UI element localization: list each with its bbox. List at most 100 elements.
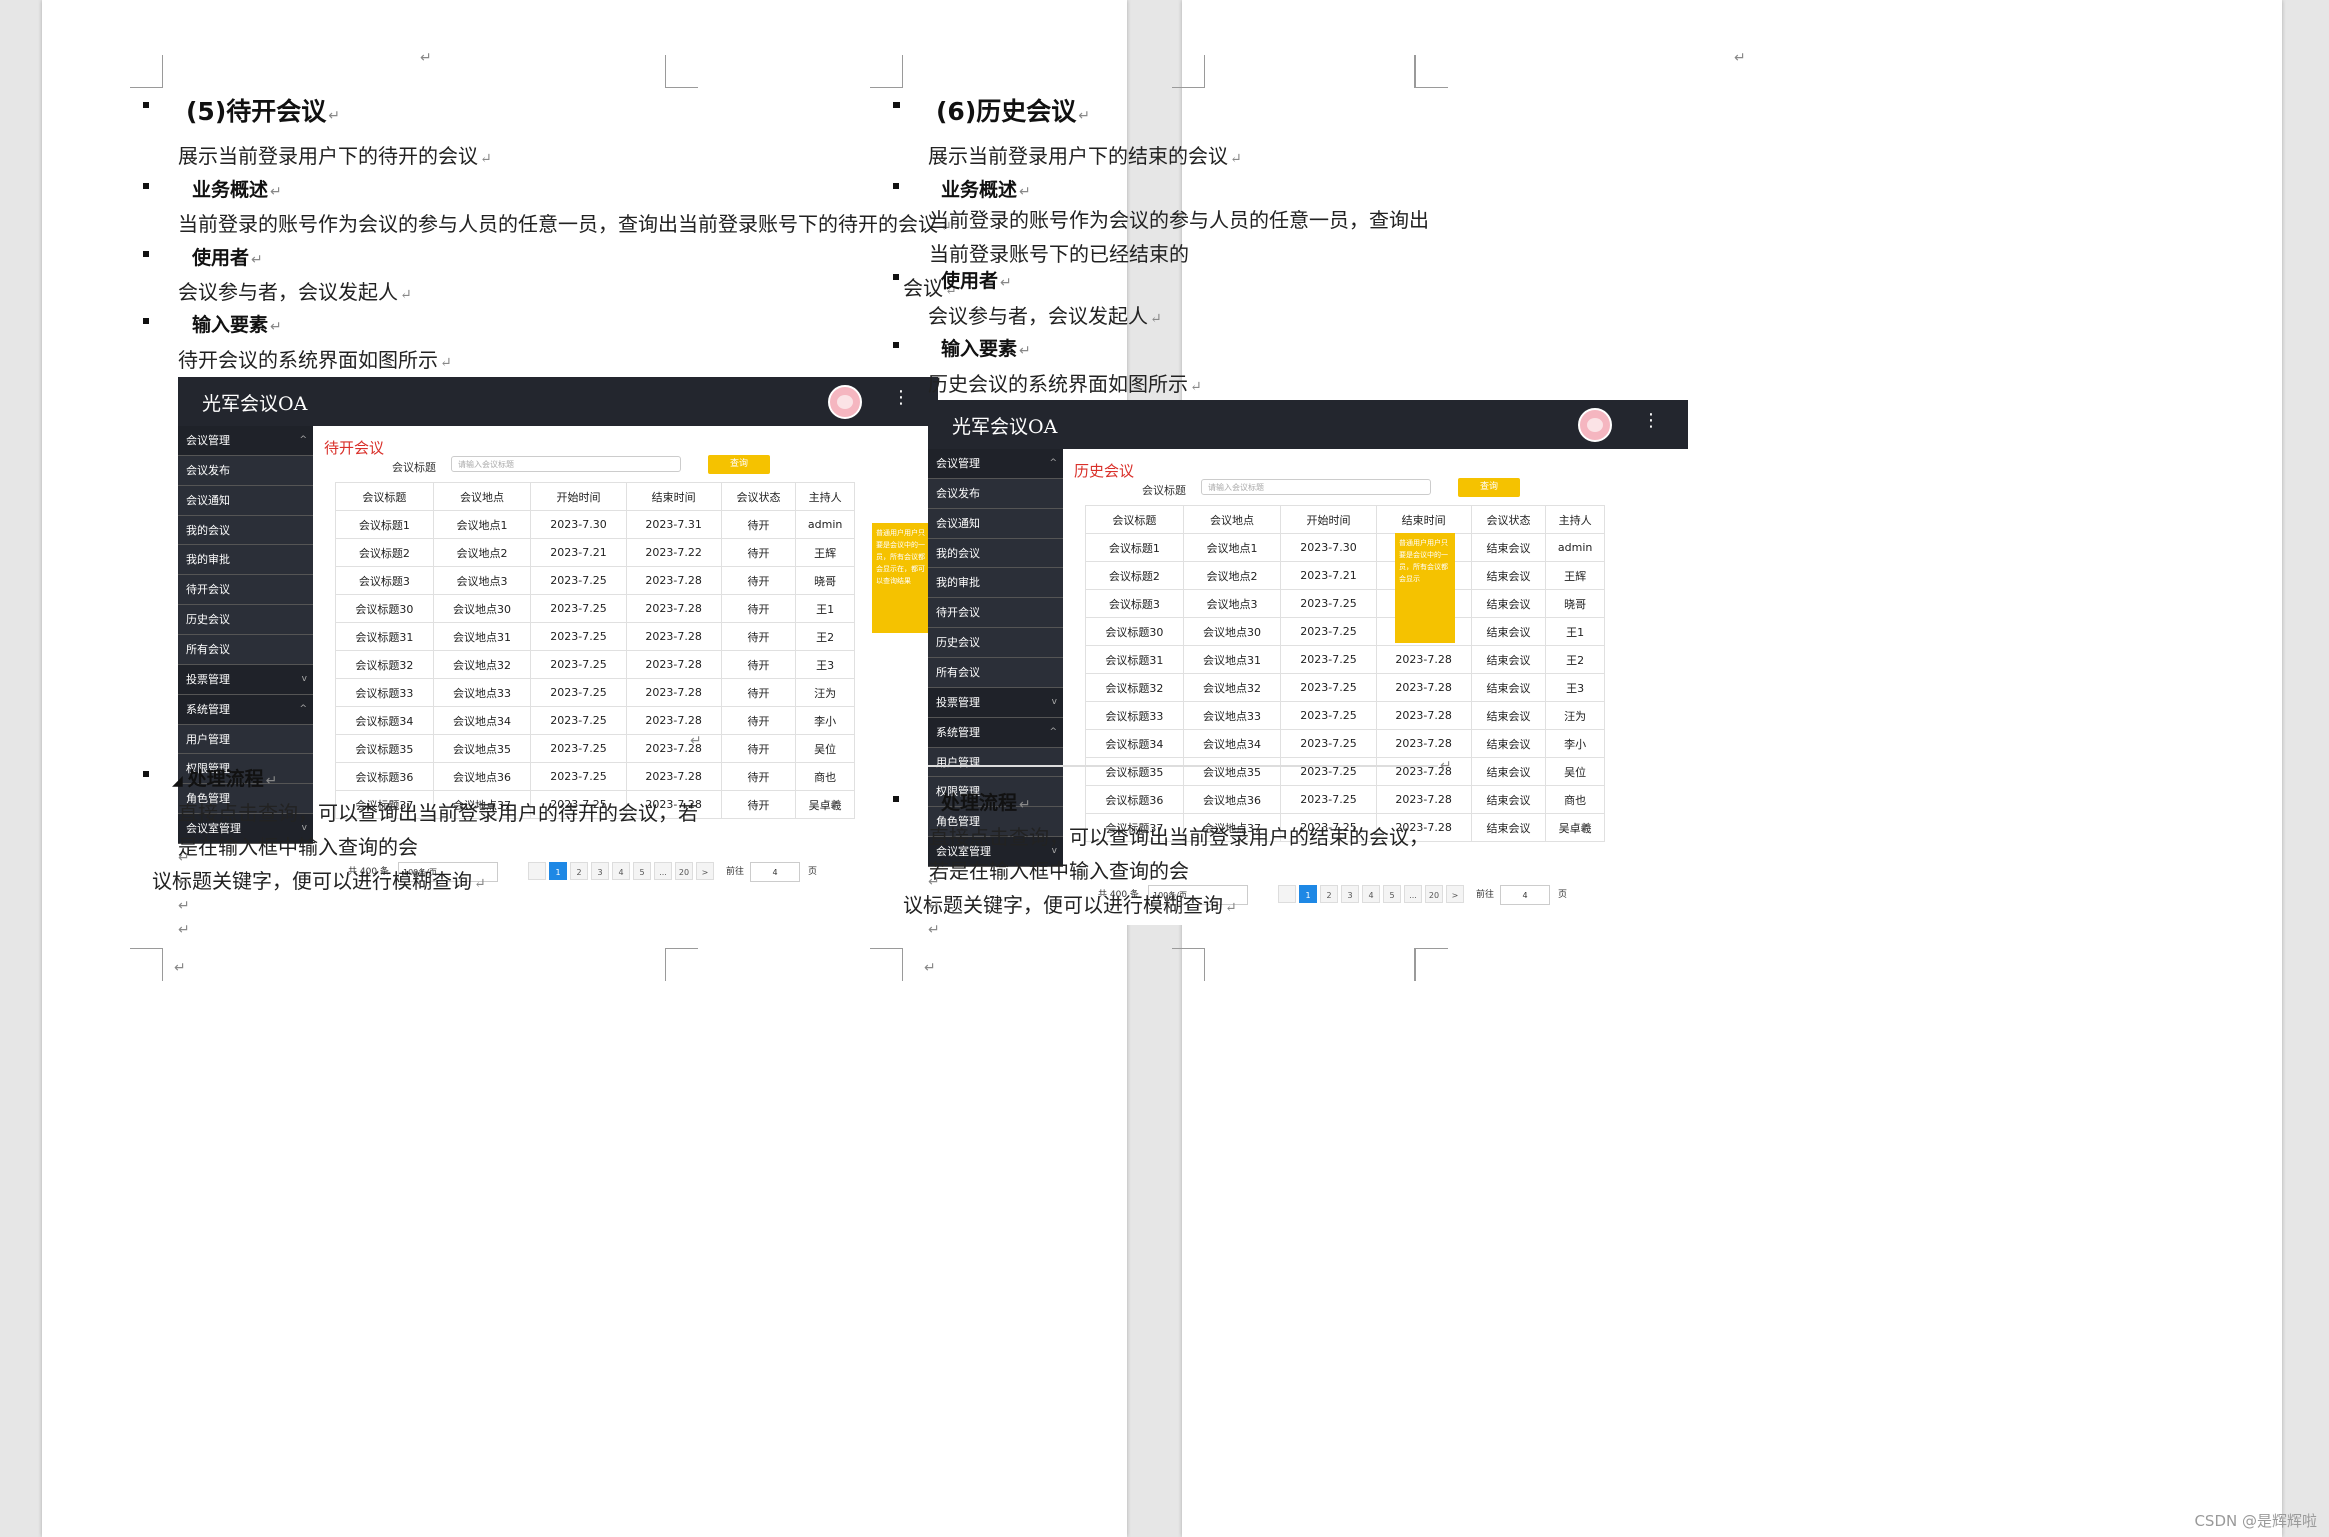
sidebar-item[interactable]: 会议通知 — [178, 486, 313, 516]
input-heading-right: 输入要素 ↵ — [941, 338, 1031, 360]
sidebar-item[interactable]: 投票管理 v — [928, 687, 1063, 718]
sidebar-item[interactable]: 投票管理 v — [178, 664, 313, 695]
paragraph-mark: ↵ — [928, 898, 940, 914]
more-menu-icon[interactable]: ⋮ — [892, 387, 910, 408]
meeting-table: 会议标题 会议地点 开始时间 结束时间 会议状态 主持人 会议标题1 会议地点1 2023-7… — [335, 482, 855, 819]
table-row[interactable]: 会议标题35 会议地点35 2023-7.25 2023-7.28 结束会议 吴位 — [1085, 757, 1605, 786]
column-header: 开始时间 — [1280, 505, 1377, 534]
table-cell: 会议标题30 — [1085, 617, 1184, 646]
search-input[interactable]: 请输入会议标题 — [1201, 479, 1431, 495]
sidebar-item[interactable]: 我的审批 — [928, 568, 1063, 599]
table-cell: 会议地点30 — [1182, 617, 1282, 646]
goto-label: 前往 — [726, 867, 745, 877]
sidebar-item[interactable]: 我的会议 — [178, 516, 313, 546]
sidebar-item[interactable]: 所有会议 — [928, 658, 1063, 688]
sidebar-item[interactable]: 用户管理 — [928, 748, 1063, 778]
search-button[interactable]: 查询 — [708, 455, 770, 474]
sidebar-item-label: 所有会议 — [186, 643, 230, 656]
table-row[interactable]: 会议标题31 会议地点31 2023-7.25 2023-7.28 结束会议 王2 — [1085, 645, 1605, 674]
sidebar-item[interactable]: 用户管理 — [178, 725, 313, 755]
app-name: 光军会议OA — [952, 416, 1058, 438]
table-cell: 商也 — [1545, 785, 1605, 814]
sidebar-item-label: 我的会议 — [186, 523, 230, 537]
table-row[interactable]: 会议标题30会议地点302023-7.252023-7.28结束会议王1 — [1085, 617, 1605, 646]
sidebar-item[interactable]: 我的审批 — [178, 545, 313, 576]
sidebar-item[interactable]: 我的会议 — [928, 539, 1063, 569]
table-row[interactable]: 会议标题35 会议地点35 2023-7.25 2023-7.28 待开 吴位 — [335, 734, 855, 763]
sidebar-item[interactable]: 历史会议 — [928, 628, 1063, 658]
search-input[interactable]: 请输入会议标题 — [451, 456, 681, 472]
page-title: 历史会议 — [1074, 462, 1135, 480]
sidebar-item[interactable]: 系统管理 ^ — [178, 694, 313, 725]
column-header: 会议状态 — [720, 482, 797, 511]
table-cell: 结束会议 — [1470, 673, 1547, 702]
table-row[interactable]: 会议标题36 会议地点36 2023-7.25 2023-7.28 待开 商也 — [335, 762, 855, 791]
table-row[interactable]: 会议标题33 会议地点33 2023-7.25 2023-7.28 待开 汪为 — [335, 678, 855, 707]
goto-input[interactable]: 4 — [750, 862, 800, 882]
table-row[interactable]: 会议标题33 会议地点33 2023-7.25 2023-7.28 结束会议 汪为 — [1085, 701, 1605, 730]
table-cell: 会议标题33 — [335, 678, 434, 707]
flow-heading-right: 处理流程 ↵ — [941, 792, 1031, 814]
sidebar-item[interactable]: 待开会议 — [928, 598, 1063, 629]
sidebar-item[interactable]: 系统管理 ^ — [928, 717, 1063, 748]
table-row[interactable]: 会议标题31 会议地点31 2023-7.25 2023-7.28 待开 王2 — [335, 622, 855, 651]
table-header-row: 会议标题 会议地点 开始时间 结束时间 会议状态 主持人 — [335, 482, 855, 511]
table-cell: 2023-7.21 — [1280, 561, 1377, 590]
sidebar-item[interactable]: 会议通知 — [928, 509, 1063, 539]
goto-input[interactable]: 4 — [1500, 885, 1550, 905]
more-menu-icon[interactable]: ⋮ — [1642, 410, 1660, 431]
margin-corner — [1414, 55, 1447, 88]
sidebar-item[interactable]: 会议管理 ^ — [928, 449, 1063, 479]
avatar[interactable] — [1578, 408, 1612, 442]
list-bullet — [893, 342, 899, 348]
table-row[interactable]: 会议标题1 会议地点1 2023-7.30 2023-7.31 待开 admin — [335, 510, 855, 539]
business-heading-right: 业务概述 ↵ — [941, 179, 1031, 201]
table-row[interactable]: 会议标题36 会议地点36 2023-7.25 2023-7.28 结束会议 商也 — [1085, 785, 1605, 814]
table-row[interactable]: 会议标题2会议地点22023-7.212023-7.22结束会议王辉 — [1085, 561, 1605, 590]
table-row[interactable]: 会议标题2 会议地点2 2023-7.21 2023-7.22 待开 王辉 — [335, 538, 855, 567]
sidebar-item-label: 会议通知 — [936, 516, 980, 530]
table-cell: 2023-7.25 — [530, 734, 627, 763]
sidebar-item[interactable]: 所有会议 — [178, 635, 313, 665]
table-cell: 待开 — [720, 538, 797, 567]
page-button[interactable]: > — [1446, 885, 1464, 903]
list-bullet — [143, 318, 149, 324]
table-row[interactable]: 会议标题3 会议地点3 2023-7.25 2023-7.28 待开 晓哥 — [335, 566, 855, 595]
margin-corner — [665, 55, 698, 88]
chevron-down-icon: v — [301, 673, 307, 684]
chevron-up-icon: ^ — [1049, 458, 1057, 468]
table-row[interactable]: 会议标题3会议地点32023-7.252023-7.28结束会议晓哥 — [1085, 589, 1605, 618]
table-cell: 会议标题31 — [335, 622, 434, 651]
chevron-up-icon: ^ — [299, 435, 307, 445]
search-button[interactable]: 查询 — [1458, 478, 1520, 497]
search-label: 会议标题 — [1142, 484, 1186, 497]
sidebar-item[interactable]: 待开会议 — [178, 575, 313, 606]
table-cell: 王3 — [795, 650, 855, 679]
table-cell: 会议标题32 — [1085, 673, 1184, 702]
sidebar-item[interactable]: 历史会议 — [178, 605, 313, 635]
paragraph-mark: ↵ — [690, 733, 702, 749]
table-cell: 2023-7.28 — [625, 594, 722, 623]
table-row[interactable]: 会议标题30 会议地点30 2023-7.25 2023-7.28 待开 王1 — [335, 594, 855, 623]
avatar[interactable] — [828, 385, 862, 419]
table-cell: 会议标题1 — [335, 510, 434, 539]
sidebar-item[interactable]: 会议管理 ^ — [178, 426, 313, 456]
sidebar-item[interactable]: 会议发布 — [178, 456, 313, 486]
table-row[interactable]: 会议标题32 会议地点32 2023-7.25 2023-7.28 待开 王3 — [335, 650, 855, 679]
table-row[interactable]: 会议标题34 会议地点34 2023-7.25 2023-7.28 待开 李小 — [335, 706, 855, 735]
sidebar-item-label: 所有会议 — [936, 666, 980, 679]
table-cell: 2023-7.30 — [1280, 533, 1377, 562]
column-header: 会议地点 — [1182, 505, 1282, 534]
table-cell: 商也 — [795, 762, 855, 791]
list-bullet — [893, 796, 899, 802]
notice-card: 普通用户用户只要是会议中的一员，所有会议都会显示 — [1395, 533, 1455, 643]
sidebar-item-label: 我的审批 — [936, 576, 980, 590]
flow-text: 直接点击查询，可以查询出当前登录用户的待开的会议，若是在输入框中输入查询的会 议… — [152, 801, 698, 893]
sidebar-item-label: 会议发布 — [936, 486, 980, 500]
sidebar-item[interactable]: 会议发布 — [928, 479, 1063, 509]
table-cell: 吴卓羲 — [1545, 813, 1605, 842]
table-row[interactable]: 会议标题32 会议地点32 2023-7.25 2023-7.28 结束会议 王3 — [1085, 673, 1605, 702]
table-row[interactable]: 会议标题34 会议地点34 2023-7.25 2023-7.28 结束会议 李小 — [1085, 729, 1605, 758]
table-row[interactable]: 会议标题1会议地点12023-7.302023-7.31结束会议admin — [1085, 533, 1605, 562]
list-bullet — [893, 183, 899, 189]
